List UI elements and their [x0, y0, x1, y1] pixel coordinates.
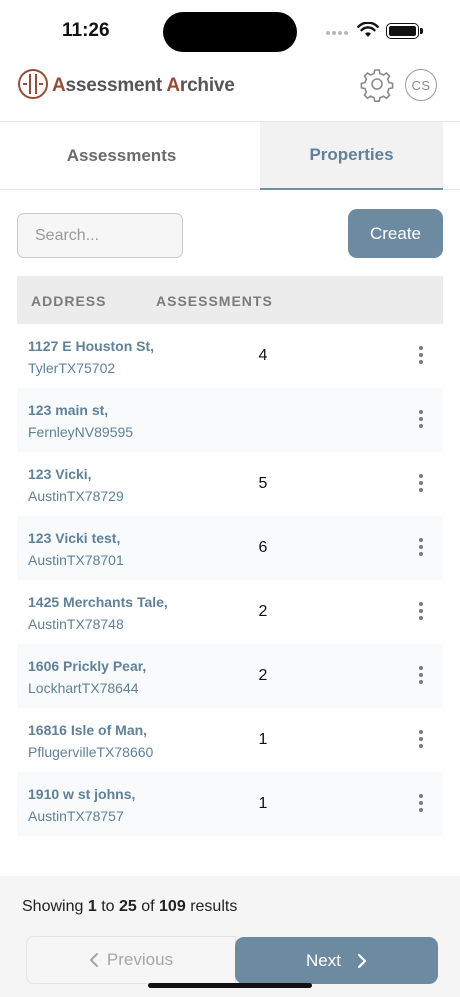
table-header: ADDRESS ASSESSMENTS	[17, 276, 443, 324]
chevron-left-icon	[89, 953, 98, 967]
home-indicator	[148, 983, 312, 988]
more-options-icon[interactable]	[413, 792, 429, 814]
status-time: 11:26	[62, 20, 110, 41]
assessment-count: 2	[258, 667, 268, 684]
results-text: to	[101, 898, 115, 915]
wifi-icon	[357, 22, 379, 37]
address-street-link[interactable]: 1606 Prickly Pear,	[28, 658, 146, 674]
address-street-link[interactable]: 123 Vicki,	[28, 466, 92, 482]
address-city: LockhartTX78644	[28, 680, 139, 696]
address-city: PflugervilleTX78660	[28, 744, 154, 760]
more-options-icon[interactable]	[413, 536, 429, 558]
results-to: 25	[118, 898, 137, 915]
address-street-link[interactable]: 1910 w st johns,	[28, 786, 135, 802]
results-text: Showing	[22, 898, 84, 915]
address-city: AustinTX78757	[28, 808, 124, 824]
pagination-footer: Showing 1 to 25 of 109 results Previous …	[0, 876, 460, 997]
table-row[interactable]: 1606 Prickly Pear, LockhartTX78644 2	[17, 644, 443, 708]
table-row[interactable]: 1425 Merchants Tale, AustinTX78748 2	[17, 580, 443, 644]
dynamic-island	[163, 12, 297, 52]
results-text: of	[141, 898, 155, 915]
assessment-count: 1	[258, 731, 268, 748]
more-options-icon[interactable]	[413, 728, 429, 750]
table-row[interactable]: 1127 E Houston St, TylerTX75702 4	[17, 324, 443, 388]
address-street-link[interactable]: 16816 Isle of Man,	[28, 722, 147, 738]
previous-button[interactable]: Previous	[26, 936, 236, 984]
address-city: AustinTX78748	[28, 616, 124, 632]
battery-icon	[386, 23, 423, 39]
previous-label: Previous	[106, 950, 174, 969]
results-from: 1	[87, 898, 97, 915]
column-header-assessments: ASSESSMENTS	[156, 293, 273, 309]
results-text: results	[190, 898, 238, 915]
more-options-icon[interactable]	[413, 600, 429, 622]
status-bar: 11:26	[0, 0, 460, 62]
assessment-count: 6	[258, 539, 268, 556]
app-title: Assessment Archive	[52, 75, 235, 97]
app-title-part: A	[166, 75, 180, 96]
search-input[interactable]	[17, 213, 183, 258]
circle-logo-icon	[18, 69, 48, 99]
address-city: AustinTX78701	[28, 552, 124, 568]
address-city: FernleyNV89595	[28, 424, 134, 440]
more-options-icon[interactable]	[413, 344, 429, 366]
column-header-address: ADDRESS	[31, 293, 107, 309]
results-total: 109	[159, 898, 186, 915]
address-street-link[interactable]: 1127 E Houston St,	[28, 338, 154, 354]
assessment-count: 1	[258, 795, 268, 812]
assessment-count: 4	[258, 347, 268, 364]
assessment-count: 5	[258, 475, 268, 492]
signal-icon	[326, 31, 348, 35]
table-row[interactable]: 123 Vicki, AustinTX78729 5	[17, 452, 443, 516]
app-header: Assessment Archive CS	[0, 62, 460, 122]
table-row[interactable]: 123 main st, FernleyNV89595	[17, 388, 443, 452]
next-button[interactable]: Next	[235, 937, 438, 984]
tab-properties[interactable]: Properties	[260, 122, 443, 190]
table-row[interactable]: 1910 w st johns, AustinTX78757 1	[17, 772, 443, 836]
app-title-part: rchive	[179, 75, 235, 96]
address-street-link[interactable]: 123 Vicki test,	[28, 530, 120, 546]
assessment-count: 2	[258, 603, 268, 620]
more-options-icon[interactable]	[413, 664, 429, 686]
properties-table: ADDRESS ASSESSMENTS 1127 E Houston St, T…	[17, 276, 443, 850]
chevron-right-icon	[357, 953, 367, 968]
address-city: AustinTX78729	[28, 488, 124, 504]
more-options-icon[interactable]	[413, 472, 429, 494]
table-row[interactable]: 16816 Isle of Man, PflugervilleTX78660 1	[17, 708, 443, 772]
address-street-link[interactable]: 1425 Merchants Tale,	[28, 594, 168, 610]
gear-icon[interactable]	[359, 66, 395, 102]
app-title-part: ssessment	[65, 75, 167, 96]
next-label: Next	[306, 950, 341, 970]
create-button[interactable]: Create	[348, 209, 443, 258]
address-city: TylerTX75702	[28, 360, 116, 376]
tab-bar: Assessments Properties	[0, 122, 460, 190]
tab-assessments[interactable]: Assessments	[0, 122, 243, 190]
results-summary: Showing 1 to 25 of 109 results	[22, 898, 237, 916]
avatar[interactable]: CS	[405, 69, 437, 101]
more-options-icon[interactable]	[413, 408, 429, 430]
app-title-part: A	[52, 75, 66, 96]
table-row[interactable]: 123 Vicki test, AustinTX78701 6	[17, 516, 443, 580]
address-street-link[interactable]: 123 main st,	[28, 402, 108, 418]
